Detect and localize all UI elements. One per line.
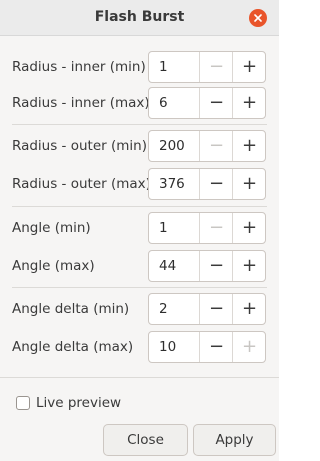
decrement-icon[interactable]: − [199, 213, 233, 243]
row-radius-outer-min: Radius - outer (min) 200 − + [0, 130, 279, 164]
separator [0, 377, 279, 378]
spin-button[interactable]: 200 − + [148, 130, 266, 162]
decrement-icon[interactable]: − [199, 88, 233, 118]
decrement-icon[interactable]: − [199, 131, 233, 161]
increment-icon[interactable]: + [232, 169, 266, 199]
spin-value[interactable]: 200 [159, 138, 185, 154]
spin-button[interactable]: 6 − + [148, 87, 266, 119]
decrement-icon[interactable]: − [199, 332, 233, 362]
increment-icon[interactable]: + [232, 213, 266, 243]
spin-value[interactable]: 1 [159, 59, 168, 75]
row-radius-inner-min: Radius - inner (min) 1 − + [0, 51, 279, 85]
field-label: Angle (min) [12, 220, 91, 236]
spin-button[interactable]: 2 − + [148, 293, 266, 325]
field-label: Radius - outer (max) [12, 176, 151, 192]
close-icon[interactable] [249, 9, 267, 27]
decrement-icon[interactable]: − [199, 169, 233, 199]
window-title: Flash Burst [94, 9, 185, 25]
spin-value[interactable]: 44 [159, 258, 176, 274]
row-radius-inner-max: Radius - inner (max) 6 − + [0, 87, 279, 121]
field-label: Radius - inner (max) [12, 95, 150, 111]
apply-button[interactable]: Apply [193, 424, 276, 456]
flash-burst-dialog: Flash Burst Radius - inner (min) 1 − + R… [0, 0, 279, 461]
row-angle-max: Angle (max) 44 − + [0, 250, 279, 284]
row-angle-min: Angle (min) 1 − + [0, 212, 279, 246]
close-button[interactable]: Close [103, 424, 188, 456]
spin-button[interactable]: 10 − + [148, 331, 266, 363]
decrement-icon[interactable]: − [199, 251, 233, 281]
increment-icon[interactable]: + [232, 52, 266, 82]
field-label: Radius - outer (min) [12, 138, 147, 154]
spin-value[interactable]: 2 [159, 301, 168, 317]
increment-icon[interactable]: + [232, 131, 266, 161]
separator [12, 206, 267, 207]
spin-value[interactable]: 6 [159, 95, 168, 111]
row-angle-delta-max: Angle delta (max) 10 − + [0, 331, 279, 365]
titlebar: Flash Burst [0, 0, 279, 36]
field-label: Radius - inner (min) [12, 59, 146, 75]
increment-icon[interactable]: + [232, 332, 266, 362]
row-radius-outer-max: Radius - outer (max) 376 − + [0, 168, 279, 202]
field-label: Angle (max) [12, 258, 95, 274]
live-preview-label[interactable]: Live preview [36, 395, 121, 411]
spin-button[interactable]: 376 − + [148, 168, 266, 200]
row-angle-delta-min: Angle delta (min) 2 − + [0, 293, 279, 327]
separator [12, 287, 267, 288]
field-label: Angle delta (min) [12, 301, 130, 317]
spin-value[interactable]: 1 [159, 220, 168, 236]
increment-icon[interactable]: + [232, 294, 266, 324]
separator [12, 124, 267, 125]
spin-value[interactable]: 376 [159, 176, 185, 192]
spin-button[interactable]: 1 − + [148, 212, 266, 244]
increment-icon[interactable]: + [232, 251, 266, 281]
live-preview-checkbox[interactable] [16, 396, 30, 410]
spin-value[interactable]: 10 [159, 339, 176, 355]
decrement-icon[interactable]: − [199, 294, 233, 324]
spin-button[interactable]: 44 − + [148, 250, 266, 282]
field-label: Angle delta (max) [12, 339, 134, 355]
decrement-icon[interactable]: − [199, 52, 233, 82]
spin-button[interactable]: 1 − + [148, 51, 266, 83]
increment-icon[interactable]: + [232, 88, 266, 118]
